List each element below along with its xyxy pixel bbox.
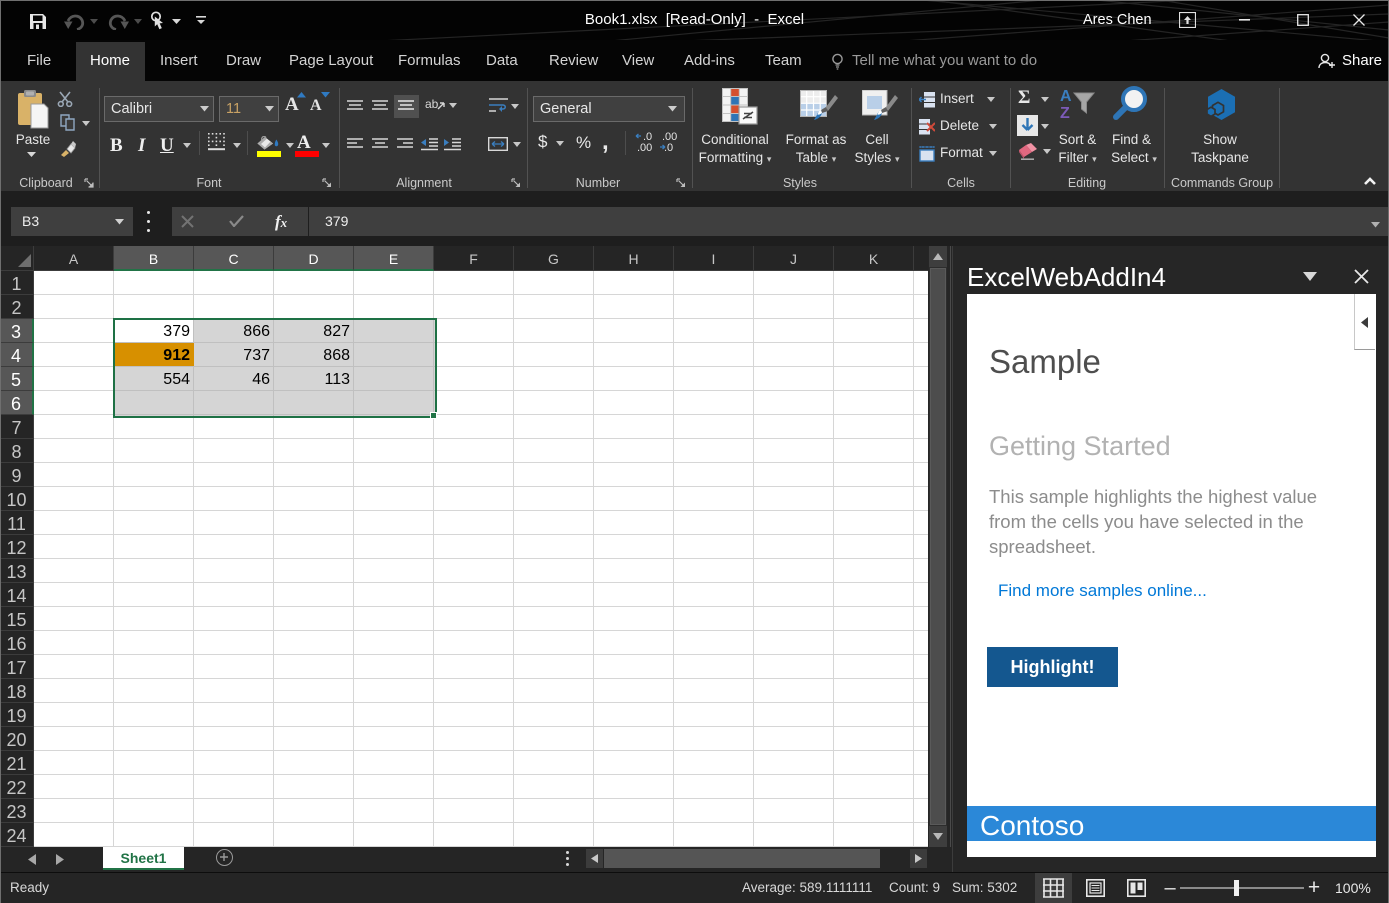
svg-text:A: A <box>1060 88 1072 105</box>
svg-text:.00: .00 <box>637 142 652 154</box>
svg-text:ab: ab <box>425 97 439 111</box>
svg-text:.0: .0 <box>643 132 652 143</box>
svg-text:Z: Z <box>1060 105 1070 119</box>
svg-text:.0: .0 <box>664 142 673 154</box>
